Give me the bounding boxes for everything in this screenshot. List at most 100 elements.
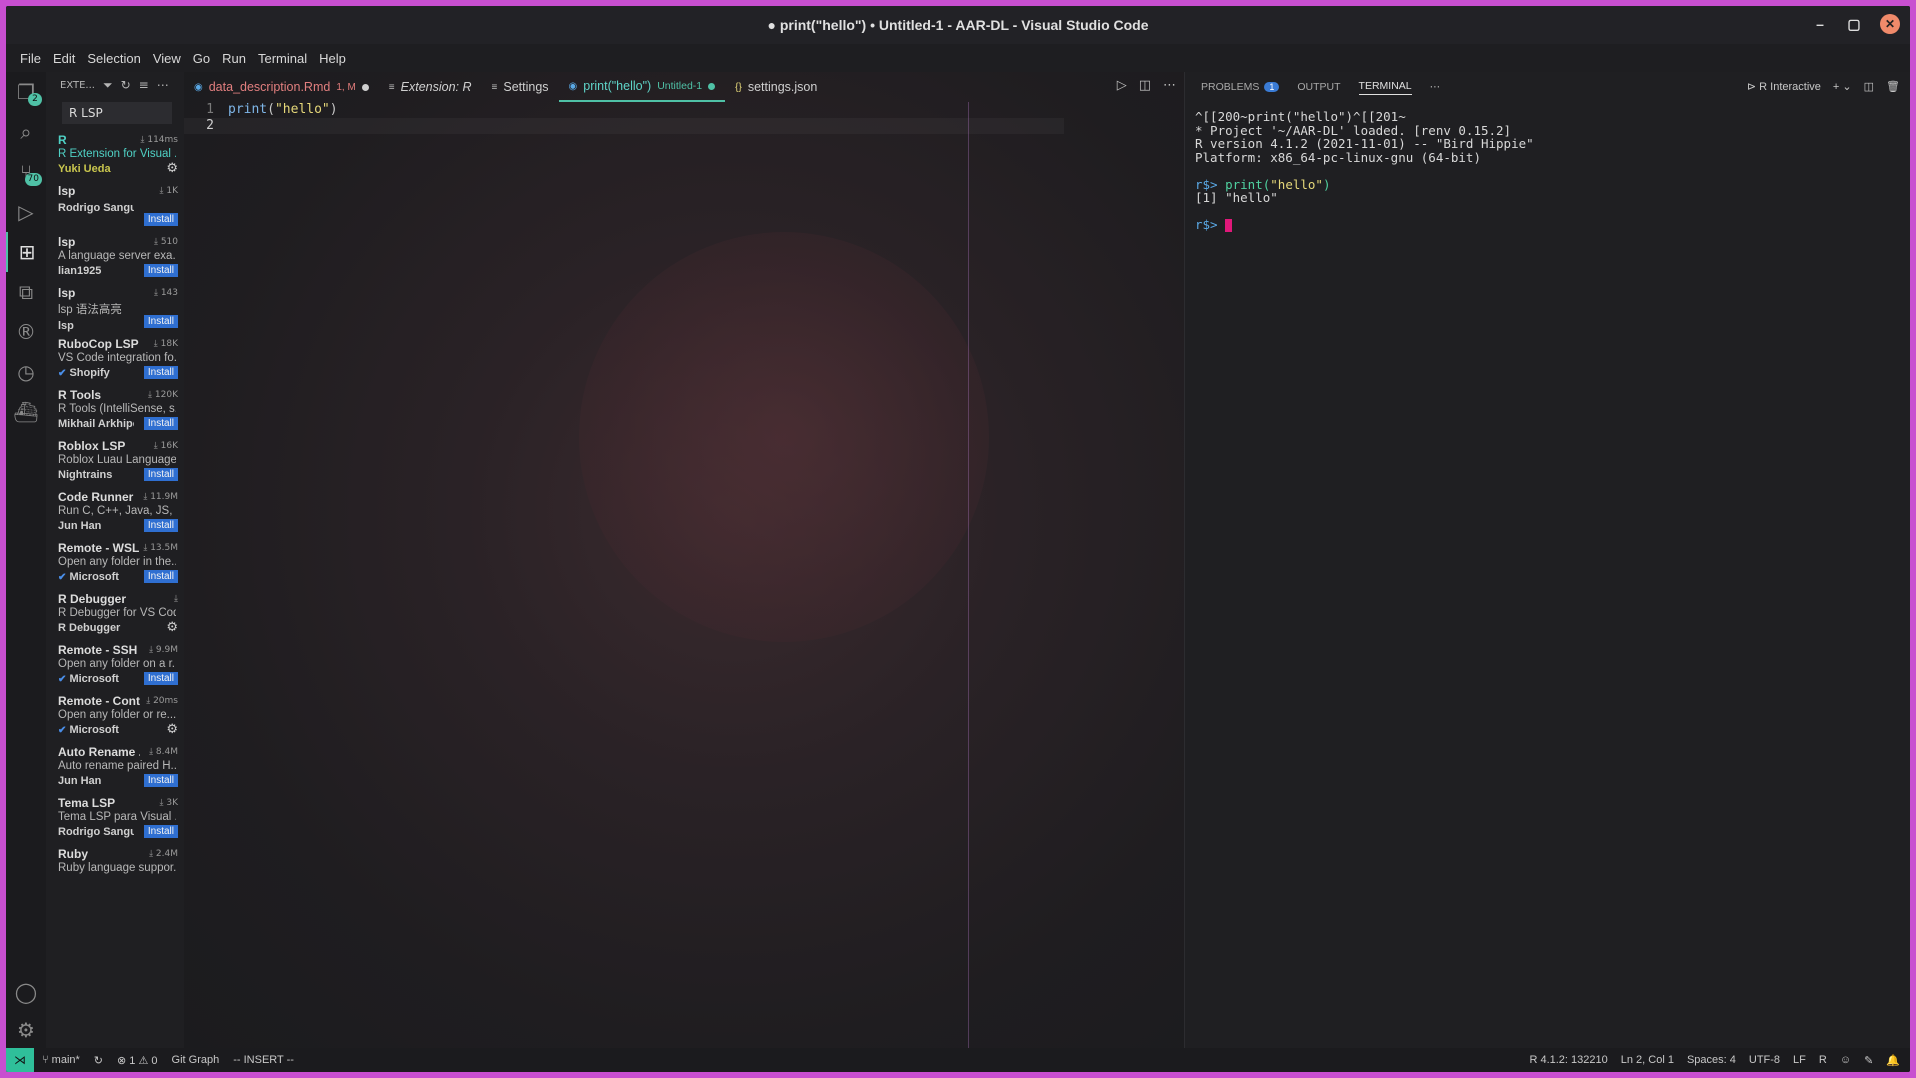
line-ending[interactable]: LF	[1793, 1054, 1806, 1066]
extension-item[interactable]: R Tools ⤓ 120K R Tools (IntelliSense, s...…	[46, 385, 184, 436]
extension-item[interactable]: Roblox LSP ⤓ 16K Roblox Luau Language... Ni…	[46, 436, 184, 487]
problems-indicator[interactable]: ⊗ 1 ⚠ 0	[117, 1054, 158, 1067]
cursor-position[interactable]: Ln 2, Col 1	[1621, 1054, 1674, 1066]
menu-selection[interactable]: Selection	[81, 51, 146, 66]
tab-terminal[interactable]: TERMINAL	[1358, 80, 1412, 95]
gear-icon[interactable]: ⚙	[6, 1010, 46, 1050]
code-editor[interactable]: 1 print("hello") 2	[184, 102, 1184, 134]
publisher-name: Shopify	[69, 367, 110, 379]
menu-run[interactable]: Run	[216, 51, 252, 66]
install-button[interactable]: Install	[143, 417, 178, 430]
manage-gear-icon[interactable]: ⚙	[166, 620, 178, 635]
maximize-icon[interactable]: ▢	[1846, 16, 1862, 32]
extension-meta: ⤓ 2.4M	[149, 849, 178, 859]
extension-item[interactable]: Code Runner ⤓ 11.9M Run C, C++, Java, JS, …	[46, 487, 184, 538]
more-actions-icon[interactable]: ⋯	[1163, 78, 1176, 93]
language-mode[interactable]: R	[1819, 1054, 1827, 1066]
install-button[interactable]: Install	[143, 672, 178, 685]
add-terminal-icon[interactable]: + ⌄	[1833, 80, 1852, 93]
split-editor-icon[interactable]: ◫	[1139, 78, 1151, 93]
extension-search-input[interactable]	[62, 102, 172, 124]
tab-output[interactable]: OUTPUT	[1297, 81, 1340, 93]
editor-area: ◉ data_description.Rmd 1, M ≡ Extension: R …	[184, 72, 1184, 1048]
filter-icon[interactable]: ⏷	[103, 78, 113, 93]
more-icon[interactable]: ⋯	[157, 78, 169, 92]
tab-settings[interactable]: ≡ Settings	[482, 72, 559, 102]
terminal-output[interactable]: ^[[200~print("hello")^[[201~ * Project '~…	[1185, 102, 1910, 240]
extension-item[interactable]: Tema LSP ⤓ 3K Tema LSP para Visual ... Rodr…	[46, 793, 184, 844]
run-icon[interactable]: ▷	[1117, 78, 1127, 93]
account-icon[interactable]: ◯	[6, 972, 46, 1012]
tab-untitled[interactable]: ◉ print("hello") Untitled-1	[558, 72, 726, 102]
tab-settings-json[interactable]: {} settings.json	[725, 72, 827, 102]
tab-data-description[interactable]: ◉ data_description.Rmd 1, M	[184, 72, 379, 102]
install-button[interactable]: Install	[143, 213, 178, 226]
status-left: ⑂ main* ↻ ⊗ 1 ⚠ 0 Git Graph -- INSERT --	[34, 1054, 294, 1067]
extension-item[interactable]: Remote - WSL ⤓ 13.5M Open any folder in th…	[46, 538, 184, 589]
trash-icon[interactable]: 🗑	[1886, 80, 1900, 93]
panel-more-icon[interactable]: ⋯	[1430, 81, 1441, 93]
explorer-icon[interactable]: ❐ 2	[6, 72, 46, 112]
install-button[interactable]: Install	[143, 315, 178, 328]
extension-item[interactable]: R Debugger ⤓ R Debugger for VS Code R Debu…	[46, 589, 184, 640]
editor-actions: ▷ ◫ ⋯	[1117, 78, 1176, 93]
extensions-icon[interactable]: ⊞	[6, 232, 46, 272]
r-version[interactable]: R 4.1.2: 132210	[1529, 1054, 1607, 1066]
tab-problems[interactable]: PROBLEMS 1	[1201, 81, 1280, 93]
install-button[interactable]: Install	[143, 366, 178, 379]
extension-item[interactable]: Auto Rename ... ⤓ 8.4M Auto rename paired …	[46, 742, 184, 793]
search-icon[interactable]: ⌕	[6, 112, 46, 152]
sidebar-header: EXTE... ⏷ ↻ ≡ ⋯	[46, 72, 184, 98]
menu-terminal[interactable]: Terminal	[252, 51, 313, 66]
feedback-icon[interactable]: ✎	[1864, 1054, 1873, 1067]
remote-icon[interactable]: ⋊	[6, 1048, 34, 1072]
source-control-icon[interactable]: ⑂ 70	[6, 152, 46, 192]
extension-item[interactable]: RuboCop LSP ⤓ 18K VS Code integration fo..…	[46, 334, 184, 385]
extension-meta: ⤓ 16K	[154, 441, 178, 451]
r-icon[interactable]: ®	[6, 312, 46, 352]
minimize-icon[interactable]: –	[1812, 16, 1828, 32]
indentation[interactable]: Spaces: 4	[1687, 1054, 1736, 1066]
extension-item[interactable]: lsp ⤓ 510 A language server exa... lian1925…	[46, 232, 184, 283]
extension-item[interactable]: lsp ⤓ 1K Rodrigo Sangu... Install	[46, 181, 184, 232]
run-debug-icon[interactable]: ▷	[6, 192, 46, 232]
extension-item[interactable]: Ruby ⤓ 2.4M Ruby language suppor...	[46, 844, 184, 895]
tab-extension-r[interactable]: ≡ Extension: R	[379, 72, 482, 102]
split-terminal-icon[interactable]: ◫	[1864, 80, 1874, 93]
install-button[interactable]: Install	[143, 825, 178, 838]
explorer-badge: 2	[28, 93, 42, 106]
menu-file[interactable]: File	[14, 51, 47, 66]
extension-publisher: Jun Han	[58, 775, 134, 787]
extension-item[interactable]: R ⤓ 114ms R Extension for Visual ... Yuki U…	[46, 130, 184, 181]
manage-gear-icon[interactable]: ⚙	[166, 161, 178, 176]
remote-explorer-icon[interactable]: ⧉	[6, 272, 46, 312]
encoding[interactable]: UTF-8	[1749, 1054, 1780, 1066]
extension-item[interactable]: Remote - Cont... ⤓ 20ms Open any folder or…	[46, 691, 184, 742]
terminal-selector[interactable]: ⊳ R Interactive	[1747, 80, 1821, 93]
terminal-line: R version 4.1.2 (2021-11-01) -- "Bird Hi…	[1195, 136, 1534, 151]
extension-item[interactable]: Remote - SSH ⤓ 9.9M Open any folder on a r…	[46, 640, 184, 691]
sync-icon[interactable]: ↻	[94, 1054, 103, 1067]
install-button[interactable]: Install	[143, 774, 178, 787]
menu-view[interactable]: View	[147, 51, 187, 66]
manage-gear-icon[interactable]: ⚙	[166, 722, 178, 737]
git-graph-icon[interactable]: ◷	[6, 352, 46, 392]
copilot-icon[interactable]: ☺	[1840, 1054, 1851, 1066]
download-icon: ⤓	[159, 186, 164, 196]
close-icon[interactable]: ✕	[1880, 14, 1900, 34]
menu-go[interactable]: Go	[187, 51, 216, 66]
docker-icon[interactable]: ⛴	[6, 392, 46, 432]
menu-edit[interactable]: Edit	[47, 51, 81, 66]
clear-icon[interactable]: ≡	[139, 78, 149, 92]
refresh-icon[interactable]: ↻	[121, 78, 131, 92]
extension-item[interactable]: lsp ⤓ 143 lsp 语法高亮 lsp Install	[46, 283, 184, 334]
install-button[interactable]: Install	[143, 570, 178, 583]
git-graph-button[interactable]: Git Graph	[172, 1054, 220, 1066]
install-button[interactable]: Install	[143, 264, 178, 277]
install-button[interactable]: Install	[143, 468, 178, 481]
branch-indicator[interactable]: ⑂ main*	[42, 1054, 80, 1066]
menu-help[interactable]: Help	[313, 51, 352, 66]
notifications-icon[interactable]: 🔔	[1886, 1054, 1900, 1067]
extension-name: R Tools	[58, 388, 102, 402]
install-button[interactable]: Install	[143, 519, 178, 532]
